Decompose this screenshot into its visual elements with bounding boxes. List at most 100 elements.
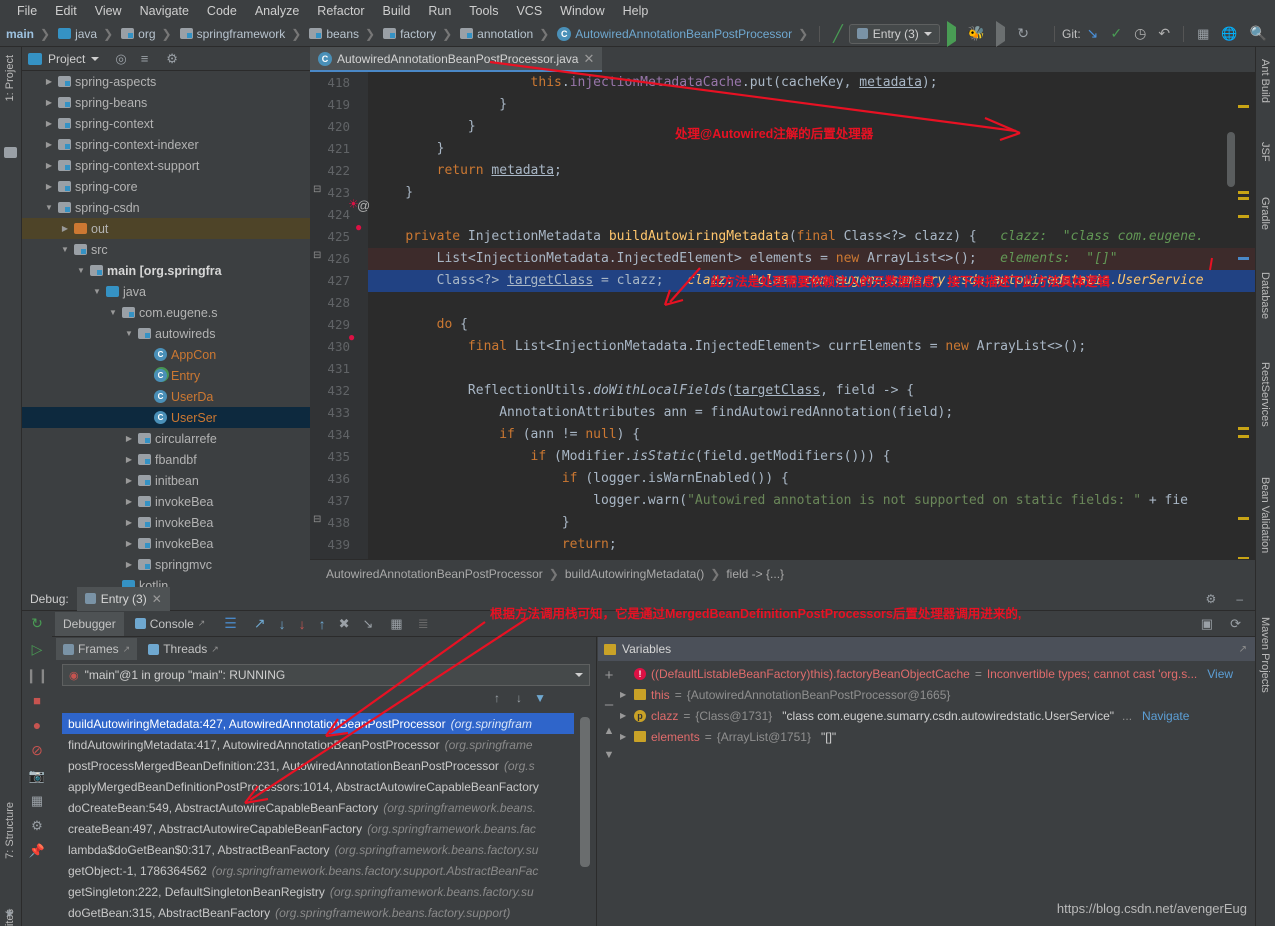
project-tree-item[interactable]: ▶ invokeBea: [22, 512, 310, 533]
editor-tab[interactable]: C AutowiredAnnotationBeanPostProcessor.j…: [310, 47, 603, 72]
stack-frame-row[interactable]: buildAutowiringMetadata:427, AutowiredAn…: [62, 713, 574, 734]
code-line[interactable]: return metadata;: [368, 160, 1255, 182]
settings-gear-icon[interactable]: ⚙: [31, 818, 43, 834]
menu-item-tools[interactable]: Tools: [460, 2, 507, 20]
menu-item-view[interactable]: View: [86, 2, 131, 20]
view-breakpoints-icon[interactable]: ●: [33, 717, 41, 733]
code-line[interactable]: return;: [368, 534, 1255, 556]
fold-marker[interactable]: ⊟: [313, 184, 321, 195]
variable-row[interactable]: ▶ elements = {ArrayList@1751} "[]": [598, 726, 1255, 747]
stack-frame-row[interactable]: postProcessMergedBeanDefinition:231, Aut…: [62, 755, 574, 776]
breadcrumb-factory[interactable]: factory ❯: [379, 27, 456, 41]
move-down-icon[interactable]: ↓: [516, 691, 522, 705]
variable-row[interactable]: ▶ this = {AutowiredAnnotationBeanPostProc…: [598, 684, 1255, 705]
frames-scrollbar-thumb[interactable]: [580, 717, 590, 867]
project-tree-item[interactable]: ▶ invokeBea: [22, 491, 310, 512]
run-with-coverage-button[interactable]: [990, 20, 1011, 47]
stack-frame-row[interactable]: createBean:497, AbstractAutowireCapableB…: [62, 818, 574, 839]
debug-button[interactable]: 🐝: [963, 25, 990, 42]
chevron-right-icon[interactable]: ▶: [44, 161, 54, 170]
chevron-down-icon[interactable]: ▼: [76, 266, 86, 275]
project-tree-item[interactable]: ▶ spring-aspects: [22, 71, 310, 92]
variable-link[interactable]: Navigate: [1142, 709, 1189, 723]
menu-item-build[interactable]: Build: [374, 2, 420, 20]
breadcrumb-main[interactable]: main ❯: [2, 27, 54, 41]
code-line[interactable]: private InjectionMetadata buildAutowirin…: [368, 226, 1255, 248]
pause-icon[interactable]: ❙❙: [25, 667, 48, 684]
project-tree-item[interactable]: ▶ fbandbf: [22, 449, 310, 470]
history-icon[interactable]: ◷: [1128, 25, 1152, 42]
tab-threads[interactable]: Threads ↗: [141, 638, 226, 660]
step-out-icon[interactable]: ↑: [319, 616, 326, 632]
chevron-right-icon[interactable]: ▶: [44, 182, 54, 191]
settings-icon[interactable]: ≣: [418, 616, 429, 632]
tool-window-restservices[interactable]: RestServices: [1259, 362, 1271, 427]
project-tree-item[interactable]: kotlin: [22, 575, 310, 587]
project-tree-item[interactable]: ▼ autowireds: [22, 323, 310, 344]
stack-frame-row[interactable]: applyMergedBeanDefinitionPostProcessors:…: [62, 776, 574, 797]
breadcrumb-java[interactable]: java ❯: [54, 27, 117, 41]
chevron-right-icon[interactable]: ▶: [124, 539, 134, 548]
search-icon[interactable]: 🔍: [1244, 25, 1273, 42]
chevron-right-icon[interactable]: ▶: [44, 98, 54, 107]
locate-icon[interactable]: ◎: [115, 51, 126, 67]
tool-window-project[interactable]: 1: Project: [4, 55, 16, 101]
stop-icon[interactable]: ■: [33, 693, 41, 708]
mute-breakpoints-icon[interactable]: ⊘: [31, 742, 43, 759]
evaluate-expression-icon[interactable]: ▦: [390, 616, 402, 632]
force-step-into-icon[interactable]: ↓: [299, 616, 306, 632]
chevron-right-icon[interactable]: ▶: [124, 476, 134, 485]
gear-icon[interactable]: ⚙: [166, 51, 178, 67]
code-line[interactable]: do {: [368, 314, 1255, 336]
project-tree-item[interactable]: ▼ src: [22, 239, 310, 260]
update-project-icon[interactable]: ↘: [1081, 25, 1105, 42]
stack-frame-row[interactable]: findAutowiringMetadata:417, AutowiredAnn…: [62, 734, 574, 755]
chevron-right-icon[interactable]: ▶: [620, 732, 629, 741]
restore-layout-icon[interactable]: ▣: [1201, 616, 1213, 632]
chevron-down-icon[interactable]: ▼: [60, 245, 70, 254]
source-code[interactable]: this.injectionMetadataCache.put(cacheKey…: [368, 72, 1255, 559]
breadcrumb-method-label[interactable]: buildAutowiringMetadata(): [565, 567, 704, 581]
chevron-right-icon[interactable]: ▶: [620, 711, 629, 720]
fold-marker[interactable]: ⊟: [313, 514, 321, 525]
project-tree-item[interactable]: ▶ spring-context-indexer: [22, 134, 310, 155]
chevron-right-icon[interactable]: ▶: [124, 497, 134, 506]
breadcrumb-beans[interactable]: beans ❯: [305, 27, 379, 41]
project-tree-item[interactable]: ▶ spring-context-support: [22, 155, 310, 176]
tool-window-gradle[interactable]: Gradle: [1259, 197, 1271, 230]
layout-icon[interactable]: ▦: [1191, 26, 1215, 42]
tool-window-database[interactable]: Database: [1259, 272, 1271, 319]
menu-item-window[interactable]: Window: [551, 2, 613, 20]
project-tree-item[interactable]: ▶ spring-core: [22, 176, 310, 197]
menu-item-navigate[interactable]: Navigate: [131, 2, 198, 20]
chevron-down-icon[interactable]: [91, 56, 100, 61]
translate-icon[interactable]: 🌐: [1215, 26, 1243, 42]
step-over-icon[interactable]: ↗: [254, 615, 266, 632]
fold-marker[interactable]: ⊟: [313, 250, 321, 261]
move-up-icon[interactable]: ↑: [494, 691, 500, 705]
code-line[interactable]: if (ann != null) {: [368, 424, 1255, 446]
chevron-down-icon[interactable]: [575, 673, 583, 677]
drop-frame-icon[interactable]: ✖: [339, 616, 350, 632]
override-icon[interactable]: ●: [355, 220, 362, 234]
breakpoint-icon[interactable]: ●: [348, 330, 355, 344]
collapse-all-icon[interactable]: ≡: [141, 51, 149, 66]
project-tree-item[interactable]: ▶ springmvc: [22, 554, 310, 575]
code-line[interactable]: }: [368, 94, 1255, 116]
chevron-down-icon[interactable]: ▼: [44, 203, 54, 212]
stack-frame-row[interactable]: lambda$doGetBean$0:317, AbstractBeanFact…: [62, 839, 574, 860]
tool-window-ant-build[interactable]: Ant Build: [1259, 59, 1271, 103]
chevron-down-icon[interactable]: ▼: [124, 329, 134, 338]
tool-window-maven-projects[interactable]: Maven Projects: [1259, 617, 1271, 693]
code-viewport[interactable]: 418 419 420 421 422 423 424 425 426 427 428 429 430 4…: [310, 72, 1255, 559]
chevron-right-icon[interactable]: ▶: [124, 518, 134, 527]
filter-icon[interactable]: ▼: [534, 691, 546, 705]
code-line[interactable]: final List<InjectionMetadata.InjectedEle…: [368, 336, 1255, 358]
chevron-right-icon[interactable]: ▶: [124, 455, 134, 464]
rollback-icon[interactable]: ↶: [1152, 25, 1176, 42]
breadcrumb-org[interactable]: org ❯: [117, 27, 175, 41]
project-tree-item[interactable]: ▼ com.eugene.s: [22, 302, 310, 323]
show-execution-point-icon[interactable]: ☰: [224, 615, 237, 632]
chevron-down-icon[interactable]: ▼: [108, 308, 118, 317]
chevron-right-icon[interactable]: ▶: [124, 560, 134, 569]
